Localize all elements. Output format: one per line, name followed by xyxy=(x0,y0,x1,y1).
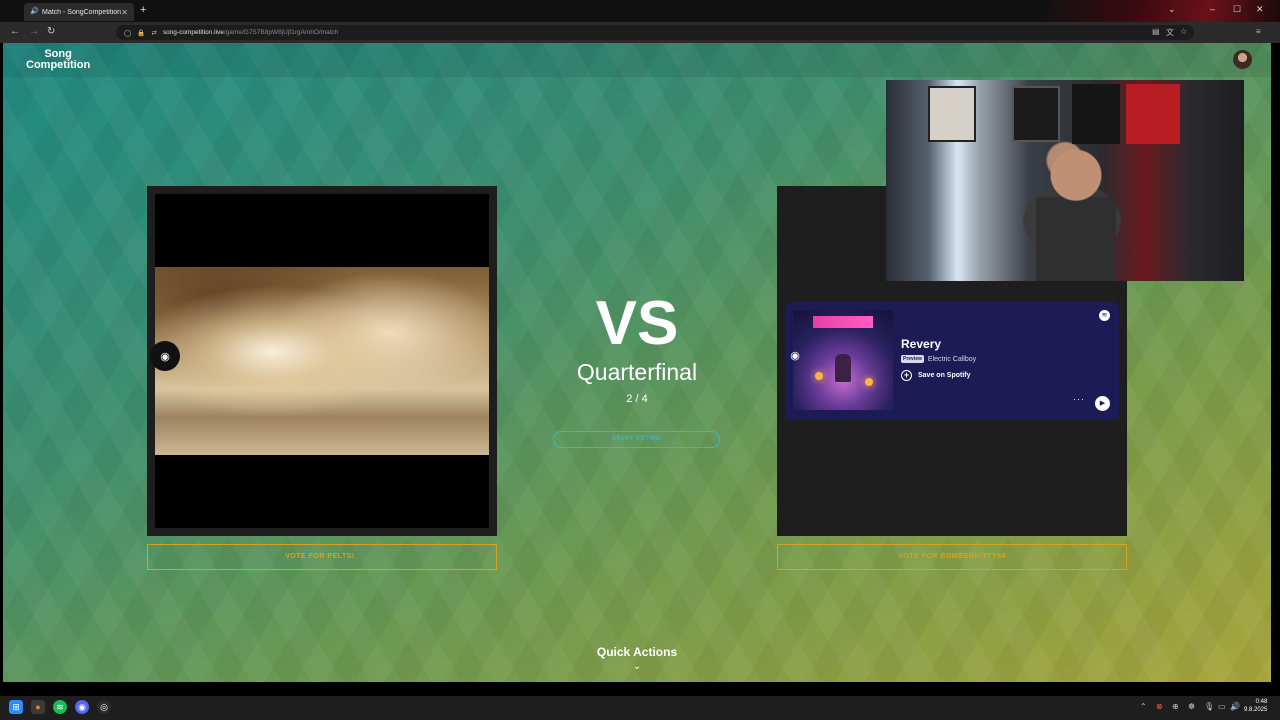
windows-start-icon[interactable]: ⊞ xyxy=(9,700,23,714)
new-tab-button[interactable]: + xyxy=(140,4,146,16)
chevron-down-icon[interactable]: ⌄ xyxy=(629,661,645,672)
close-window-icon[interactable]: ✕ xyxy=(1256,4,1264,15)
candle-art xyxy=(865,378,873,386)
address-bar[interactable]: ◯ 🔒 ⇄ song-competition.live/game/G7S7B8p… xyxy=(116,25,1194,40)
permissions-icon[interactable]: ⇄ xyxy=(151,29,156,37)
cover-title-art xyxy=(813,316,873,328)
poster-art xyxy=(928,86,976,142)
vs-heading: VS xyxy=(595,289,679,358)
logo-line2: Competition xyxy=(26,59,91,71)
play-icon[interactable]: ▶ xyxy=(1095,396,1110,411)
tray-app-icon[interactable]: ⊕ xyxy=(1172,702,1179,711)
spotify-embed: Revery Preview Electric Callboy + Save o… xyxy=(785,302,1119,420)
track-artist[interactable]: Electric Callboy xyxy=(928,356,976,363)
reader-view-icon[interactable]: ▤ xyxy=(1152,27,1160,36)
browser-tab-active[interactable]: 🔊 Match - SongCompetition ✕ xyxy=(24,3,134,21)
vote-right-button[interactable]: VOTE FOR BOMBERKITTY84 xyxy=(777,544,1127,570)
start-voting-button[interactable]: START VOTING xyxy=(553,431,720,448)
clock-date: 9.8.2025 xyxy=(1244,707,1268,713)
network-icon[interactable]: ▭ xyxy=(1218,702,1226,711)
quick-actions-label[interactable]: Quick Actions xyxy=(537,645,737,659)
discord-icon[interactable]: ◉ xyxy=(75,700,89,714)
reload-icon[interactable]: ↻ xyxy=(47,27,55,37)
video-frame xyxy=(155,267,489,455)
contestant-left-panel xyxy=(147,186,497,536)
save-on-spotify-label: Save on Spotify xyxy=(918,372,971,379)
url-path: /game/G7S7B8pW8jUjf1rgAmhO/match xyxy=(223,29,339,36)
shirt-art xyxy=(1126,84,1180,144)
match-progress: 2 / 4 xyxy=(626,393,648,405)
track-title[interactable]: Revery xyxy=(901,337,941,351)
tray-app-icon[interactable]: ⊗ xyxy=(1156,702,1163,711)
streamer-figure xyxy=(1036,140,1116,281)
more-options-button[interactable]: ··· xyxy=(1073,394,1085,404)
bookmark-star-icon[interactable]: ☆ xyxy=(1180,27,1187,36)
site-logo[interactable]: Song Competition xyxy=(26,49,90,71)
spotify-icon[interactable]: ≋ xyxy=(53,700,67,714)
track-subline: Preview Electric Callboy xyxy=(901,355,976,363)
taskbar: ⊞ ● ≋ ◉ ◎ ⌃ ⊗ ⊕ ☸ 🎙 ▭ 🔊 0:48 9.8.2025 xyxy=(0,696,1280,720)
app-menu-icon[interactable]: ≡ xyxy=(1256,27,1261,36)
tray-overflow-icon[interactable]: ⌃ xyxy=(1140,702,1147,711)
tray-app-icon[interactable]: ☸ xyxy=(1188,702,1195,711)
desktop-glow xyxy=(1040,0,1280,22)
obs-icon[interactable]: ◎ xyxy=(97,700,111,714)
firefox-icon[interactable]: ● xyxy=(31,700,45,714)
clock-time: 0:48 xyxy=(1255,699,1268,705)
video-player[interactable] xyxy=(155,194,489,528)
preview-badge: Preview xyxy=(901,355,924,363)
tab-list-chevron-icon[interactable]: ⌄ xyxy=(1168,4,1176,15)
microphone-icon[interactable]: 🎙 xyxy=(1204,702,1214,711)
lock-icon[interactable]: 🔒 xyxy=(137,29,145,37)
site-header: Song Competition xyxy=(3,43,1271,77)
volume-icon[interactable]: 🔊 xyxy=(1230,702,1240,711)
minimize-icon[interactable]: – xyxy=(1210,4,1215,14)
speaker-icon: 🔊 xyxy=(30,8,39,15)
maximize-icon[interactable]: ☐ xyxy=(1233,4,1241,15)
round-title: Quarterfinal xyxy=(576,359,698,385)
spotify-logo-icon[interactable]: ≋ xyxy=(1099,310,1110,321)
back-icon[interactable]: ← xyxy=(10,27,20,37)
shirt-art xyxy=(1072,84,1120,144)
plus-circle-icon: + xyxy=(901,370,912,381)
forward-icon[interactable]: → xyxy=(29,27,39,37)
eye-icon[interactable]: ◉ xyxy=(150,341,180,371)
poster-art xyxy=(1012,86,1060,142)
save-on-spotify-button[interactable]: + Save on Spotify xyxy=(901,370,971,381)
avatar[interactable] xyxy=(1233,50,1252,69)
eye-icon[interactable]: ◉ xyxy=(781,341,809,369)
translate-icon[interactable]: 文 xyxy=(1166,27,1174,38)
browser-tabbar: 🔊 Match - SongCompetition ✕ + ⌄ – ☐ ✕ xyxy=(0,0,1280,22)
tab-title: Match - SongCompetition xyxy=(42,8,121,16)
webcam-overlay xyxy=(886,80,1244,281)
url-host: song-competition.live xyxy=(162,29,224,36)
clock[interactable]: 0:48 9.8.2025 xyxy=(1244,698,1267,714)
candle-art xyxy=(815,372,823,380)
shield-icon[interactable]: ◯ xyxy=(124,29,131,37)
close-tab-icon[interactable]: ✕ xyxy=(121,8,128,17)
cover-figure-art xyxy=(835,354,851,382)
vote-left-button[interactable]: VOTE FOR PELTSI_ xyxy=(147,544,497,570)
